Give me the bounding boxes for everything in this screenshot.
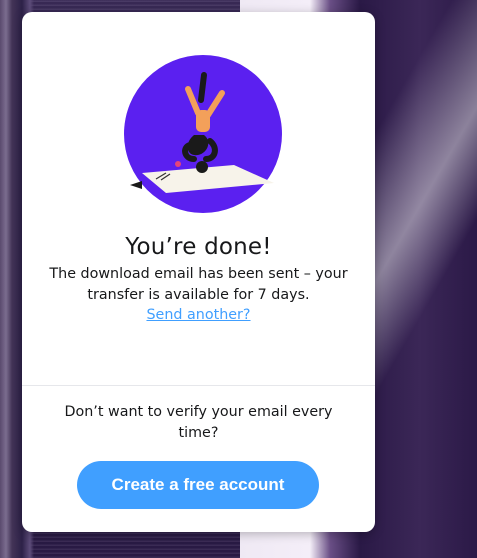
verify-prompt: Don’t want to verify your email every ti…: [64, 404, 333, 441]
confirmation-message: The download email has been sent – your …: [49, 266, 348, 303]
divider: [22, 385, 375, 386]
yoga-person-on-mat-illustration: [124, 55, 282, 213]
background-highlight: [365, 0, 477, 558]
page-title: You’re done!: [125, 234, 272, 260]
create-free-account-button[interactable]: Create a free account: [77, 461, 319, 509]
send-another-link[interactable]: Send another?: [22, 307, 375, 323]
transfer-complete-card: You’re done! The download email has been…: [22, 12, 375, 532]
